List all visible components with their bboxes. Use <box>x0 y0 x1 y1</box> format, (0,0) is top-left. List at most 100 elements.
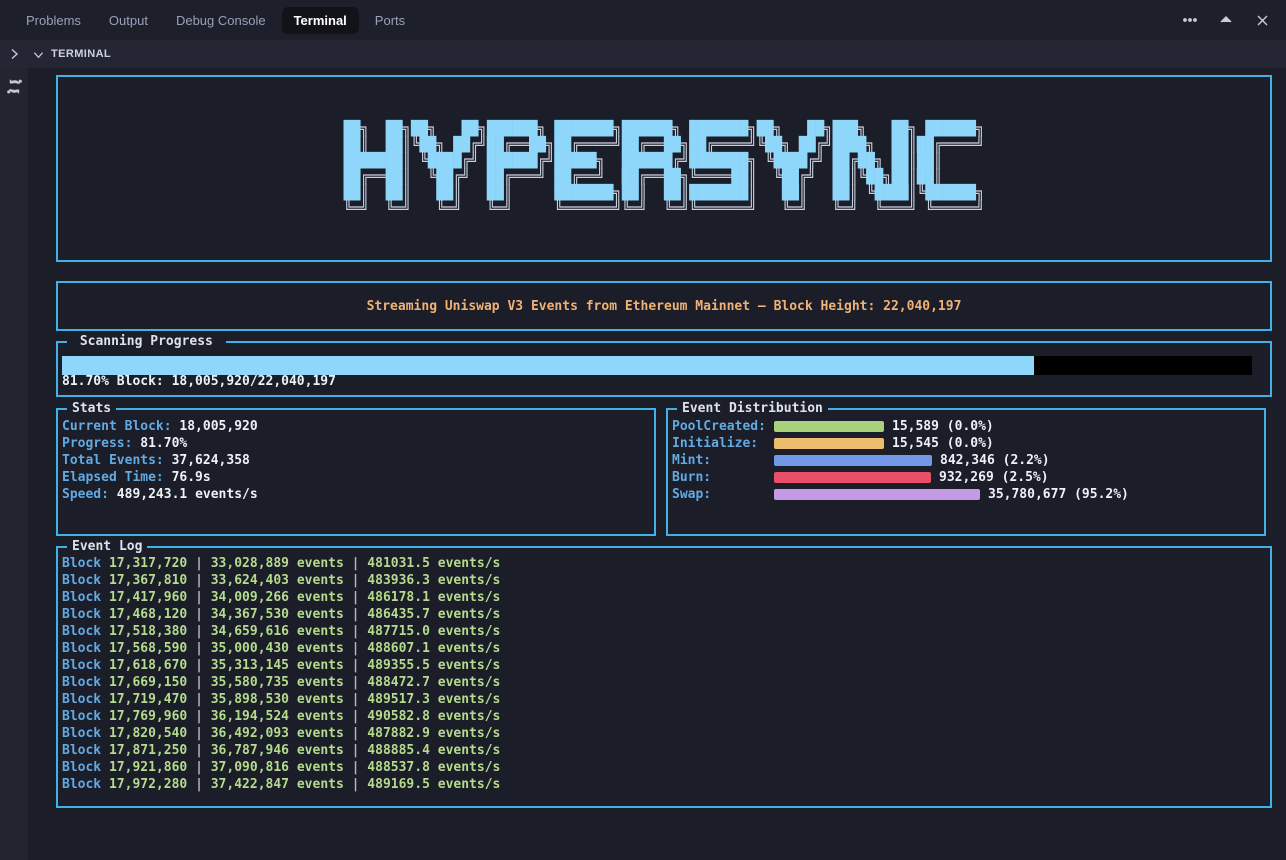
more-actions-icon[interactable] <box>1182 12 1198 28</box>
log-speed-suffix: events/s <box>438 556 501 571</box>
log-events-count: 35,313,145 <box>211 658 289 673</box>
chevron-down-icon[interactable] <box>33 49 44 60</box>
log-separator: | <box>352 573 360 588</box>
event-log-row: Block 17,769,960 | 36,194,524 events | 4… <box>62 708 1270 725</box>
log-speed-suffix: events/s <box>438 658 501 673</box>
hypersync-ascii-banner: ██╗ ██╗██╗ ██╗██████╗ ███████╗██████╗ ██… <box>344 121 985 217</box>
log-events-suffix: events <box>297 675 344 690</box>
log-block-prefix: Block <box>62 624 101 639</box>
tab-output[interactable]: Output <box>109 7 148 34</box>
stats-rows: Current Block: 18,005,920 Progress: 81.7… <box>58 410 654 503</box>
event-log-row: Block 17,518,380 | 34,659,616 events | 4… <box>62 623 1270 640</box>
log-block-number: 17,518,380 <box>109 624 187 639</box>
log-events-suffix: events <box>297 590 344 605</box>
log-speed-suffix: events/s <box>438 692 501 707</box>
banner-box: ██╗ ██╗██╗ ██╗██████╗ ███████╗██████╗ ██… <box>56 75 1272 262</box>
event-log-row: Block 17,871,250 | 36,787,946 events | 4… <box>62 742 1270 759</box>
distribution-value: 35,780,677 (95.2%) <box>988 486 1129 503</box>
log-block-prefix: Block <box>62 777 101 792</box>
log-events-count: 34,659,616 <box>211 624 289 639</box>
log-block-number: 17,871,250 <box>109 743 187 758</box>
distribution-bar <box>774 455 932 466</box>
distribution-row: PoolCreated: 15,589 (0.0%) <box>672 418 1264 435</box>
log-events-count: 37,090,816 <box>211 760 289 775</box>
distribution-label: Mint: <box>672 452 774 469</box>
panel-side-strip <box>0 68 28 860</box>
panel-tabs: Problems Output Debug Console Terminal P… <box>26 7 1182 34</box>
log-separator: | <box>352 709 360 724</box>
distribution-label: Burn: <box>672 469 774 486</box>
log-speed-suffix: events/s <box>438 590 501 605</box>
maximize-panel-icon[interactable] <box>1218 12 1234 28</box>
distribution-label: PoolCreated: <box>672 418 774 435</box>
log-block-prefix: Block <box>62 573 101 588</box>
log-block-number: 17,769,960 <box>109 709 187 724</box>
log-block-prefix: Block <box>62 692 101 707</box>
log-events-count: 33,028,889 <box>211 556 289 571</box>
log-separator: | <box>352 624 360 639</box>
log-separator: | <box>195 641 203 656</box>
terminal-viewport[interactable]: ██╗ ██╗██╗ ██╗██████╗ ███████╗██████╗ ██… <box>28 68 1286 860</box>
distribution-row: Swap: 35,780,677 (95.2%) <box>672 486 1264 503</box>
log-events-suffix: events <box>297 556 344 571</box>
progress-label: 81.70% Block: 18,005,920/22,040,197 <box>62 373 336 390</box>
log-block-prefix: Block <box>62 641 101 656</box>
log-separator: | <box>352 590 360 605</box>
tab-problems[interactable]: Problems <box>26 7 81 34</box>
progress-box-title: Scanning Progress <box>67 333 226 350</box>
log-events-suffix: events <box>297 641 344 656</box>
tab-ports[interactable]: Ports <box>375 7 405 34</box>
log-events-count: 34,009,266 <box>211 590 289 605</box>
log-events-count: 36,194,524 <box>211 709 289 724</box>
log-speed-suffix: events/s <box>438 675 501 690</box>
log-speed: 487715.0 <box>367 624 430 639</box>
log-block-prefix: Block <box>62 658 101 673</box>
event-log-title: Event Log <box>67 538 147 555</box>
log-separator: | <box>352 760 360 775</box>
subtitle-box: Streaming Uniswap V3 Events from Ethereu… <box>56 281 1272 331</box>
sync-icon[interactable] <box>0 72 28 100</box>
log-speed-suffix: events/s <box>438 641 501 656</box>
stat-value: 18,005,920 <box>179 419 257 434</box>
log-speed-suffix: events/s <box>438 709 501 724</box>
stats-box-title: Stats <box>67 400 116 417</box>
event-log-row: Block 17,719,470 | 35,898,530 events | 4… <box>62 691 1270 708</box>
log-events-count: 33,624,403 <box>211 573 289 588</box>
distribution-value: 842,346 (2.2%) <box>940 452 1050 469</box>
log-speed-suffix: events/s <box>438 624 501 639</box>
stream-subtitle: Streaming Uniswap V3 Events from Ethereu… <box>367 298 962 315</box>
log-speed: 489517.3 <box>367 692 430 707</box>
log-separator: | <box>195 590 203 605</box>
log-block-number: 17,972,280 <box>109 777 187 792</box>
event-distribution-box: Event Distribution PoolCreated: 15,589 (… <box>666 408 1266 536</box>
stat-value: 37,624,358 <box>172 453 250 468</box>
distribution-value: 932,269 (2.5%) <box>939 469 1049 486</box>
log-speed: 487882.9 <box>367 726 430 741</box>
tab-debug-console[interactable]: Debug Console <box>176 7 266 34</box>
panel-expand-icon[interactable] <box>0 40 28 68</box>
log-separator: | <box>352 658 360 673</box>
event-log-rows: Block 17,317,720 | 33,028,889 events | 4… <box>58 548 1270 793</box>
log-events-suffix: events <box>297 709 344 724</box>
log-speed-suffix: events/s <box>438 726 501 741</box>
log-separator: | <box>195 556 203 571</box>
stat-label: Current Block: <box>62 419 172 434</box>
log-speed: 488472.7 <box>367 675 430 690</box>
log-speed: 486178.1 <box>367 590 430 605</box>
log-separator: | <box>352 777 360 792</box>
log-separator: | <box>195 675 203 690</box>
log-events-count: 36,787,946 <box>211 743 289 758</box>
log-speed-suffix: events/s <box>438 743 501 758</box>
close-panel-icon[interactable] <box>1254 12 1270 28</box>
log-separator: | <box>352 607 360 622</box>
log-events-suffix: events <box>297 658 344 673</box>
log-separator: | <box>352 692 360 707</box>
distribution-box-title: Event Distribution <box>677 400 828 417</box>
log-separator: | <box>195 709 203 724</box>
log-block-number: 17,317,720 <box>109 556 187 571</box>
panel-actions <box>1182 12 1270 28</box>
log-separator: | <box>352 675 360 690</box>
stat-row: Progress: 81.70% <box>62 435 654 452</box>
tab-terminal[interactable]: Terminal <box>282 7 359 34</box>
stat-row: Elapsed Time: 76.9s <box>62 469 654 486</box>
